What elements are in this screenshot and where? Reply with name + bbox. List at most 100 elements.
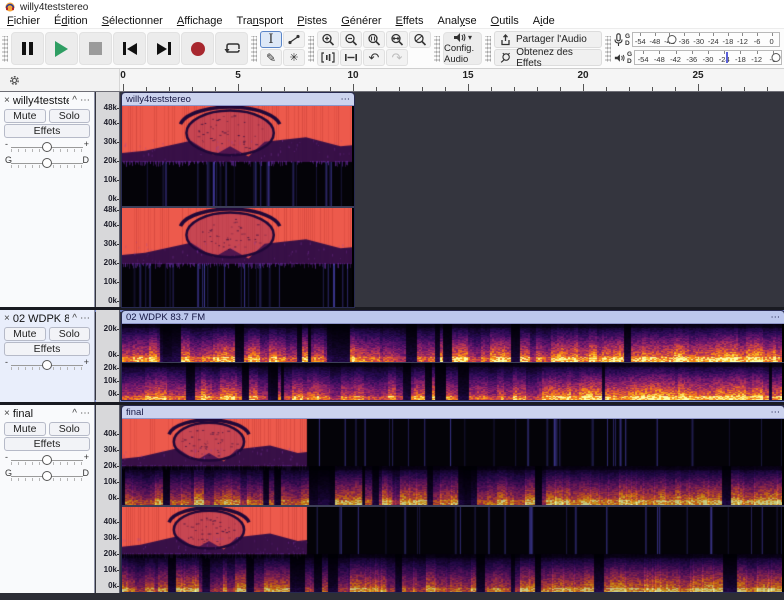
track-name[interactable]: willy4teststereo xyxy=(13,95,69,107)
toolbar-grip[interactable] xyxy=(251,36,257,62)
menu-transport[interactable]: Transport xyxy=(230,14,291,28)
track-close-icon[interactable]: × xyxy=(4,408,10,419)
toolbar-grip[interactable] xyxy=(434,36,440,62)
clip-zone: willy4teststereo⋯ xyxy=(121,92,784,307)
spectrogram-channel-1[interactable] xyxy=(122,106,352,206)
frequency-ruler[interactable]: 48k40k30k20k10k0k48k40k30k20k10k0k xyxy=(96,92,120,307)
zoom-out-button[interactable] xyxy=(340,31,362,48)
trim-audio-button[interactable] xyxy=(317,49,339,66)
envelope-tool-button[interactable] xyxy=(283,31,305,48)
menu-gnrer[interactable]: Générer xyxy=(334,14,388,28)
audio-clip[interactable]: final⋯ xyxy=(121,405,784,593)
solo-button[interactable]: Solo xyxy=(49,327,91,341)
clip-header[interactable]: 02 WDPK 83.7 FM⋯ xyxy=(122,311,784,324)
audio-setup-button[interactable]: ▾ Config. Audio xyxy=(443,32,482,65)
audio-clip[interactable]: willy4teststereo⋯ xyxy=(121,92,355,308)
meter-volume-slider-thumb[interactable] xyxy=(668,35,677,44)
effects-button[interactable]: Effets xyxy=(4,124,90,138)
gain-slider-thumb[interactable] xyxy=(42,360,52,370)
timeline-tick xyxy=(353,84,354,91)
gain-slider-max-label: + xyxy=(84,357,89,367)
toolbar-grip[interactable] xyxy=(605,36,611,62)
pan-slider-thumb[interactable] xyxy=(42,158,52,168)
record-button[interactable] xyxy=(181,32,214,65)
track-close-icon[interactable]: × xyxy=(4,95,10,106)
track-name[interactable]: final xyxy=(13,408,69,420)
toolbar-grip[interactable] xyxy=(308,36,314,62)
audio-clip[interactable]: 02 WDPK 83.7 FM⋯ xyxy=(121,310,784,401)
spectrogram-channel-1[interactable] xyxy=(122,324,782,362)
timeline-tick xyxy=(192,87,193,91)
clip-menu-icon[interactable]: ⋯ xyxy=(771,312,781,323)
timeline-ruler[interactable]: 0510152025 xyxy=(120,69,784,91)
redo-button[interactable]: ↷ xyxy=(386,49,408,66)
clip-header[interactable]: willy4teststereo⋯ xyxy=(122,93,354,106)
menu-pistes[interactable]: Pistes xyxy=(290,14,334,28)
zoom-selection-button[interactable] xyxy=(363,31,385,48)
spectrogram-channel-1[interactable] xyxy=(122,419,782,505)
clip-menu-icon[interactable]: ⋯ xyxy=(341,94,351,105)
menu-fichier[interactable]: Fichier xyxy=(0,14,47,28)
skip-to-start-button[interactable] xyxy=(113,32,146,65)
solo-button[interactable]: Solo xyxy=(49,422,91,436)
silence-audio-button[interactable] xyxy=(340,49,362,66)
stop-button[interactable] xyxy=(79,32,112,65)
get-effects-button[interactable]: Obtenez des Effets xyxy=(494,49,602,66)
spectrogram-channel-2[interactable] xyxy=(122,363,782,401)
effects-button[interactable]: Effets xyxy=(4,437,90,451)
menu-analyse[interactable]: Analyse xyxy=(430,14,483,28)
pause-button[interactable] xyxy=(11,32,44,65)
zoom-fit-project-button[interactable] xyxy=(386,31,408,48)
zoom-in-button[interactable] xyxy=(317,31,339,48)
share-audio-button[interactable]: Partager l'Audio xyxy=(494,31,602,48)
loop-button[interactable] xyxy=(215,32,248,65)
pan-slider-thumb[interactable] xyxy=(42,471,52,481)
menu-dition[interactable]: Édition xyxy=(47,14,95,28)
skip-to-end-button[interactable] xyxy=(147,32,180,65)
timeline-tick xyxy=(675,87,676,91)
selection-tool-button[interactable]: I xyxy=(260,31,282,48)
track-collapse-icon[interactable]: ^ xyxy=(72,95,77,106)
gain-slider-thumb[interactable] xyxy=(42,142,52,152)
menu-effets[interactable]: Effets xyxy=(389,14,431,28)
mute-button[interactable]: Mute xyxy=(4,327,46,341)
menu-slectionner[interactable]: Sélectionner xyxy=(95,14,170,28)
playback-meter-scale[interactable]: -54-48-42-36-30-24-18-12-6 xyxy=(634,50,782,65)
timeline-options-gear-icon[interactable] xyxy=(8,74,21,87)
clip-header[interactable]: final⋯ xyxy=(122,406,784,419)
solo-button[interactable]: Solo xyxy=(49,109,91,123)
toolbar-grip[interactable] xyxy=(485,36,491,62)
toolbar-grip[interactable] xyxy=(2,36,8,62)
track-menu-icon[interactable]: ⋯ xyxy=(80,408,90,419)
recording-meter[interactable]: GD -54-48-42-36-30-24-18-12-60 xyxy=(614,31,782,48)
clip-menu-icon[interactable]: ⋯ xyxy=(771,407,781,418)
track-collapse-icon[interactable]: ^ xyxy=(72,313,77,324)
timeline-second-label: 5 xyxy=(235,70,241,81)
playback-meter[interactable]: GD -54-48-42-36-30-24-18-12-6 xyxy=(614,49,782,66)
play-button[interactable] xyxy=(45,32,78,65)
frequency-ruler[interactable]: 40k30k20k10k0k40k30k20k10k0k xyxy=(96,405,120,593)
effects-button[interactable]: Effets xyxy=(4,342,90,356)
recording-meter-scale[interactable]: -54-48-42-36-30-24-18-12-60 xyxy=(632,32,780,47)
frequency-label: 20k xyxy=(104,550,117,558)
spectrogram-channel-2[interactable] xyxy=(122,507,782,593)
zoom-toggle-button[interactable] xyxy=(409,31,431,48)
meter-volume-slider-thumb[interactable] xyxy=(771,53,780,62)
multi-tool-button[interactable]: ✳ xyxy=(283,49,305,66)
track-close-icon[interactable]: × xyxy=(4,313,10,324)
mute-button[interactable]: Mute xyxy=(4,422,46,436)
menu-affichage[interactable]: Affichage xyxy=(170,14,230,28)
track-menu-icon[interactable]: ⋯ xyxy=(80,95,90,106)
track-menu-icon[interactable]: ⋯ xyxy=(80,313,90,324)
frequency-ruler[interactable]: 20k0k20k10k0k xyxy=(96,310,120,402)
frequency-ruler-channel: 20k10k0k xyxy=(96,361,119,399)
undo-button[interactable]: ↶ xyxy=(363,49,385,66)
track-name[interactable]: 02 WDPK 83... xyxy=(13,313,69,325)
spectrogram-channel-2[interactable] xyxy=(122,208,352,308)
menu-outils[interactable]: Outils xyxy=(484,14,526,28)
gain-slider-thumb[interactable] xyxy=(42,455,52,465)
mute-button[interactable]: Mute xyxy=(4,109,46,123)
track-collapse-icon[interactable]: ^ xyxy=(72,408,77,419)
menu-aide[interactable]: Aide xyxy=(526,14,562,28)
draw-tool-button[interactable]: ✎ xyxy=(260,49,282,66)
